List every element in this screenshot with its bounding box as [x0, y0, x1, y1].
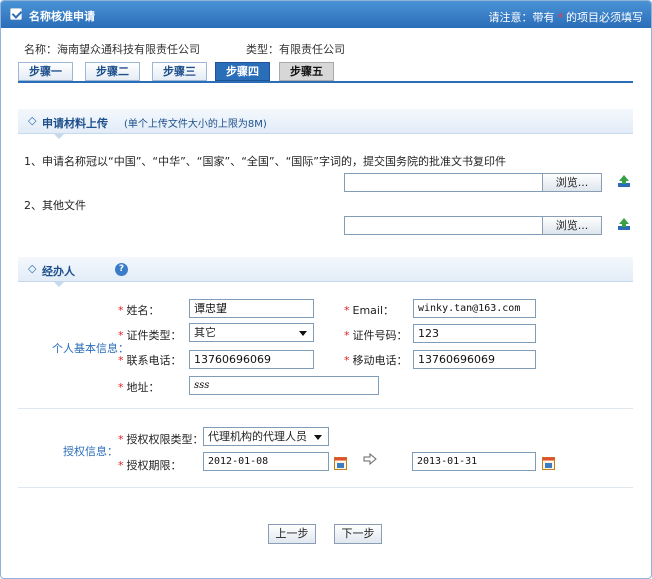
required-mark: *: [344, 329, 350, 342]
upload-file-input-1[interactable]: [344, 173, 545, 192]
required-mark: *: [118, 459, 124, 472]
required-mark: *: [118, 304, 124, 317]
upload-icon[interactable]: [617, 174, 631, 188]
diamond-icon: ◇: [28, 114, 37, 127]
name-label-text: 姓名：: [126, 304, 160, 317]
id-number-input[interactable]: 123: [413, 324, 536, 343]
group-divider: [18, 408, 633, 409]
auth-type-label: * 授权权限类型：: [118, 431, 204, 447]
tab-step-4[interactable]: 步骤四: [215, 62, 270, 81]
auth-type-label-text: 授权权限类型：: [126, 433, 204, 446]
tab-step-2[interactable]: 步骤二: [85, 62, 140, 81]
notice-prefix: 请注意：带有: [488, 11, 555, 24]
name-input[interactable]: 谭忠望: [189, 299, 314, 318]
email-label: * Email：: [344, 302, 394, 318]
tab-underline: [18, 81, 633, 83]
header-pointer: [54, 134, 64, 139]
upload-section-title: 申请材料上传: [42, 117, 108, 130]
id-number-label-text: 证件号码：: [352, 329, 408, 342]
window-title: 名称核准申请: [29, 10, 95, 23]
browse-button-1[interactable]: 浏览...: [542, 173, 602, 192]
id-number-label: * 证件号码：: [344, 327, 408, 343]
address-label: * 地址：: [118, 379, 160, 395]
upload-section-header: ◇ 申请材料上传 (单个上传文件大小的上限为8M): [18, 109, 633, 139]
notice-suffix: 的项目必须填写: [566, 11, 643, 24]
phone-input[interactable]: 13760696069: [189, 350, 314, 369]
browse-button-2[interactable]: 浏览...: [542, 216, 602, 235]
id-type-value: 其它: [194, 326, 216, 339]
arrow-right-icon: [363, 453, 377, 465]
upload-item-1-label: 1、申请名称冠以“中国”、“中华”、“国家”、“全国”、“国际”字词的，提交国务…: [24, 155, 506, 168]
tab-step-5[interactable]: 步骤五: [279, 62, 334, 81]
auth-type-value: 代理机构的代理人员: [208, 430, 307, 443]
id-type-label-text: 证件类型：: [126, 329, 182, 342]
mobile-input[interactable]: 13760696069: [413, 350, 536, 369]
tab-step-3[interactable]: 步骤三: [152, 62, 207, 81]
chevron-down-icon: [299, 331, 307, 336]
phone-label-text: 联系电话：: [126, 354, 182, 367]
auth-start-date-input[interactable]: 2012-01-08: [203, 452, 329, 471]
address-label-text: 地址：: [126, 381, 160, 394]
address-input[interactable]: sss: [189, 376, 379, 395]
email-label-text: Email：: [352, 304, 395, 317]
chevron-down-icon: [314, 435, 322, 440]
auth-end-date-input[interactable]: 2013-01-31: [412, 452, 536, 471]
upload-icon[interactable]: [617, 217, 631, 231]
calendar-icon[interactable]: [334, 456, 347, 470]
company-name: 名称：海南望众通科技有限责任公司: [24, 43, 200, 56]
auth-type-select[interactable]: 代理机构的代理人员: [203, 427, 329, 446]
id-type-select[interactable]: 其它: [189, 323, 314, 342]
diamond-icon: ◇: [28, 262, 37, 275]
header-pointer: [54, 282, 64, 287]
required-notice: 请注意：带有 * 的项目必须填写: [489, 9, 644, 25]
upload-item-2-label: 2、其他文件: [24, 199, 86, 212]
checkbox-icon: [10, 8, 22, 20]
auth-info-group-label: 授权信息：: [63, 445, 118, 458]
email-input[interactable]: winky.tan@163.com: [413, 299, 536, 318]
mobile-label: * 移动电话：: [344, 352, 408, 368]
id-type-label: * 证件类型：: [118, 327, 182, 343]
auth-period-label-text: 授权期限：: [126, 459, 182, 472]
help-icon[interactable]: ?: [115, 263, 128, 276]
tab-step-1[interactable]: 步骤一: [18, 62, 73, 81]
next-step-button[interactable]: 下一步: [334, 524, 382, 544]
notice-star: *: [557, 11, 564, 24]
agent-section-header: ◇ 经办人 ?: [18, 257, 633, 287]
required-mark: *: [118, 329, 124, 342]
required-mark: *: [118, 433, 124, 446]
required-mark: *: [344, 354, 350, 367]
upload-size-note: (单个上传文件大小的上限为8M): [124, 119, 267, 130]
mobile-label-text: 移动电话：: [352, 354, 408, 367]
name-label: * 姓名：: [118, 302, 160, 318]
application-window: 名称核准申请 请注意：带有 * 的项目必须填写 名称：海南望众通科技有限责任公司 类…: [0, 0, 652, 579]
group-divider: [18, 487, 633, 488]
required-mark: *: [118, 381, 124, 394]
calendar-icon[interactable]: [542, 456, 555, 470]
title-bar: 名称核准申请 请注意：带有 * 的项目必须填写: [1, 1, 651, 28]
upload-file-input-2[interactable]: [344, 216, 545, 235]
required-mark: *: [118, 354, 124, 367]
phone-label: * 联系电话：: [118, 352, 182, 368]
previous-step-button[interactable]: 上一步: [268, 524, 316, 544]
agent-section-title: 经办人: [42, 265, 75, 278]
required-mark: *: [344, 304, 350, 317]
auth-period-label: * 授权期限：: [118, 457, 182, 473]
company-type: 类型：有限责任公司: [246, 43, 345, 56]
